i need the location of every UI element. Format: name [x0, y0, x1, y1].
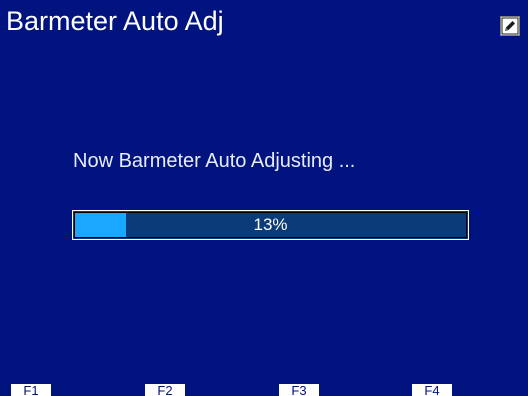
status-message: Now Barmeter Auto Adjusting ...	[73, 150, 356, 172]
edit-icon[interactable]	[500, 16, 520, 36]
progress-label: 13%	[253, 215, 288, 234]
f1-button[interactable]: F1	[11, 384, 51, 396]
f2-button[interactable]: F2	[145, 384, 185, 396]
f3-button[interactable]: F3	[279, 384, 319, 396]
page-title: Barmeter Auto Adj	[6, 6, 224, 36]
f4-button[interactable]: F4	[412, 384, 452, 396]
progress-bar: 13%	[72, 210, 469, 240]
